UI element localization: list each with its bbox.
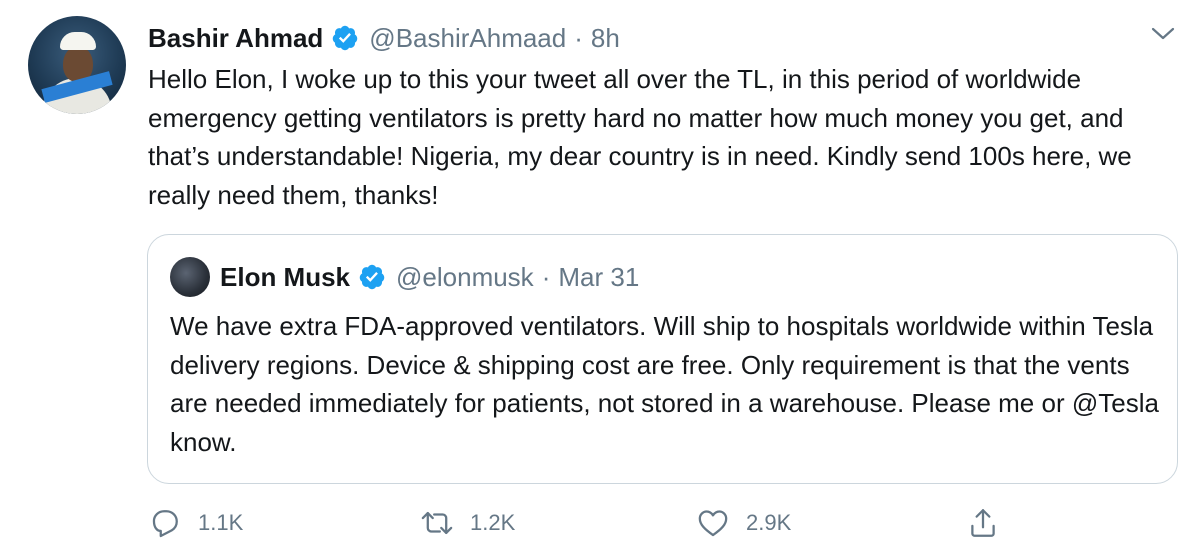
quoted-author-handle: @elonmusk	[396, 261, 534, 292]
author-name[interactable]: Bashir Ahmad	[148, 23, 323, 54]
share-icon[interactable]	[966, 506, 1000, 540]
tweet-header: Bashir Ahmad @BashirAhmaad · 8h	[148, 20, 620, 56]
avatar-figure-cap	[60, 32, 96, 50]
author-avatar[interactable]	[28, 16, 126, 114]
retweet-count: 1.2K	[470, 510, 516, 535]
retweet-action[interactable]: 1.2K	[420, 505, 515, 541]
quoted-time-separator: ·	[541, 261, 551, 292]
reply-count: 1.1K	[198, 510, 244, 535]
tweet-text: Hello Elon, I woke up to this your tweet…	[148, 64, 1132, 210]
chevron-down-icon[interactable]	[1150, 24, 1176, 44]
verified-badge-icon	[359, 264, 385, 290]
share-action[interactable]	[966, 505, 1000, 541]
reply-action[interactable]: 1.1K	[148, 505, 243, 541]
like-action[interactable]: 2.9K	[696, 505, 791, 541]
quoted-tweet-text: We have extra FDA-approved ventilators. …	[170, 311, 1159, 457]
heart-icon[interactable]	[696, 506, 730, 540]
author-handle[interactable]: @BashirAhmaad	[369, 23, 566, 54]
quoted-author-name: Elon Musk	[220, 261, 351, 292]
quoted-tweet-header: Elon Musk @elonmusk · Mar 31	[220, 258, 639, 296]
retweet-icon[interactable]	[420, 506, 454, 540]
tweet[interactable]: Bashir Ahmad @BashirAhmaad · 8h Hello El…	[0, 0, 1200, 557]
quoted-tweet-time: Mar 31	[558, 261, 640, 292]
quoted-author-avatar[interactable]	[170, 257, 210, 297]
reply-icon[interactable]	[148, 506, 182, 540]
like-count: 2.9K	[746, 510, 792, 535]
tweet-time[interactable]: 8h	[591, 23, 620, 54]
time-separator: ·	[574, 22, 583, 53]
verified-badge-icon	[333, 25, 358, 51]
quoted-tweet[interactable]: Elon Musk @elonmusk · Mar 31 We have ext…	[147, 234, 1178, 484]
